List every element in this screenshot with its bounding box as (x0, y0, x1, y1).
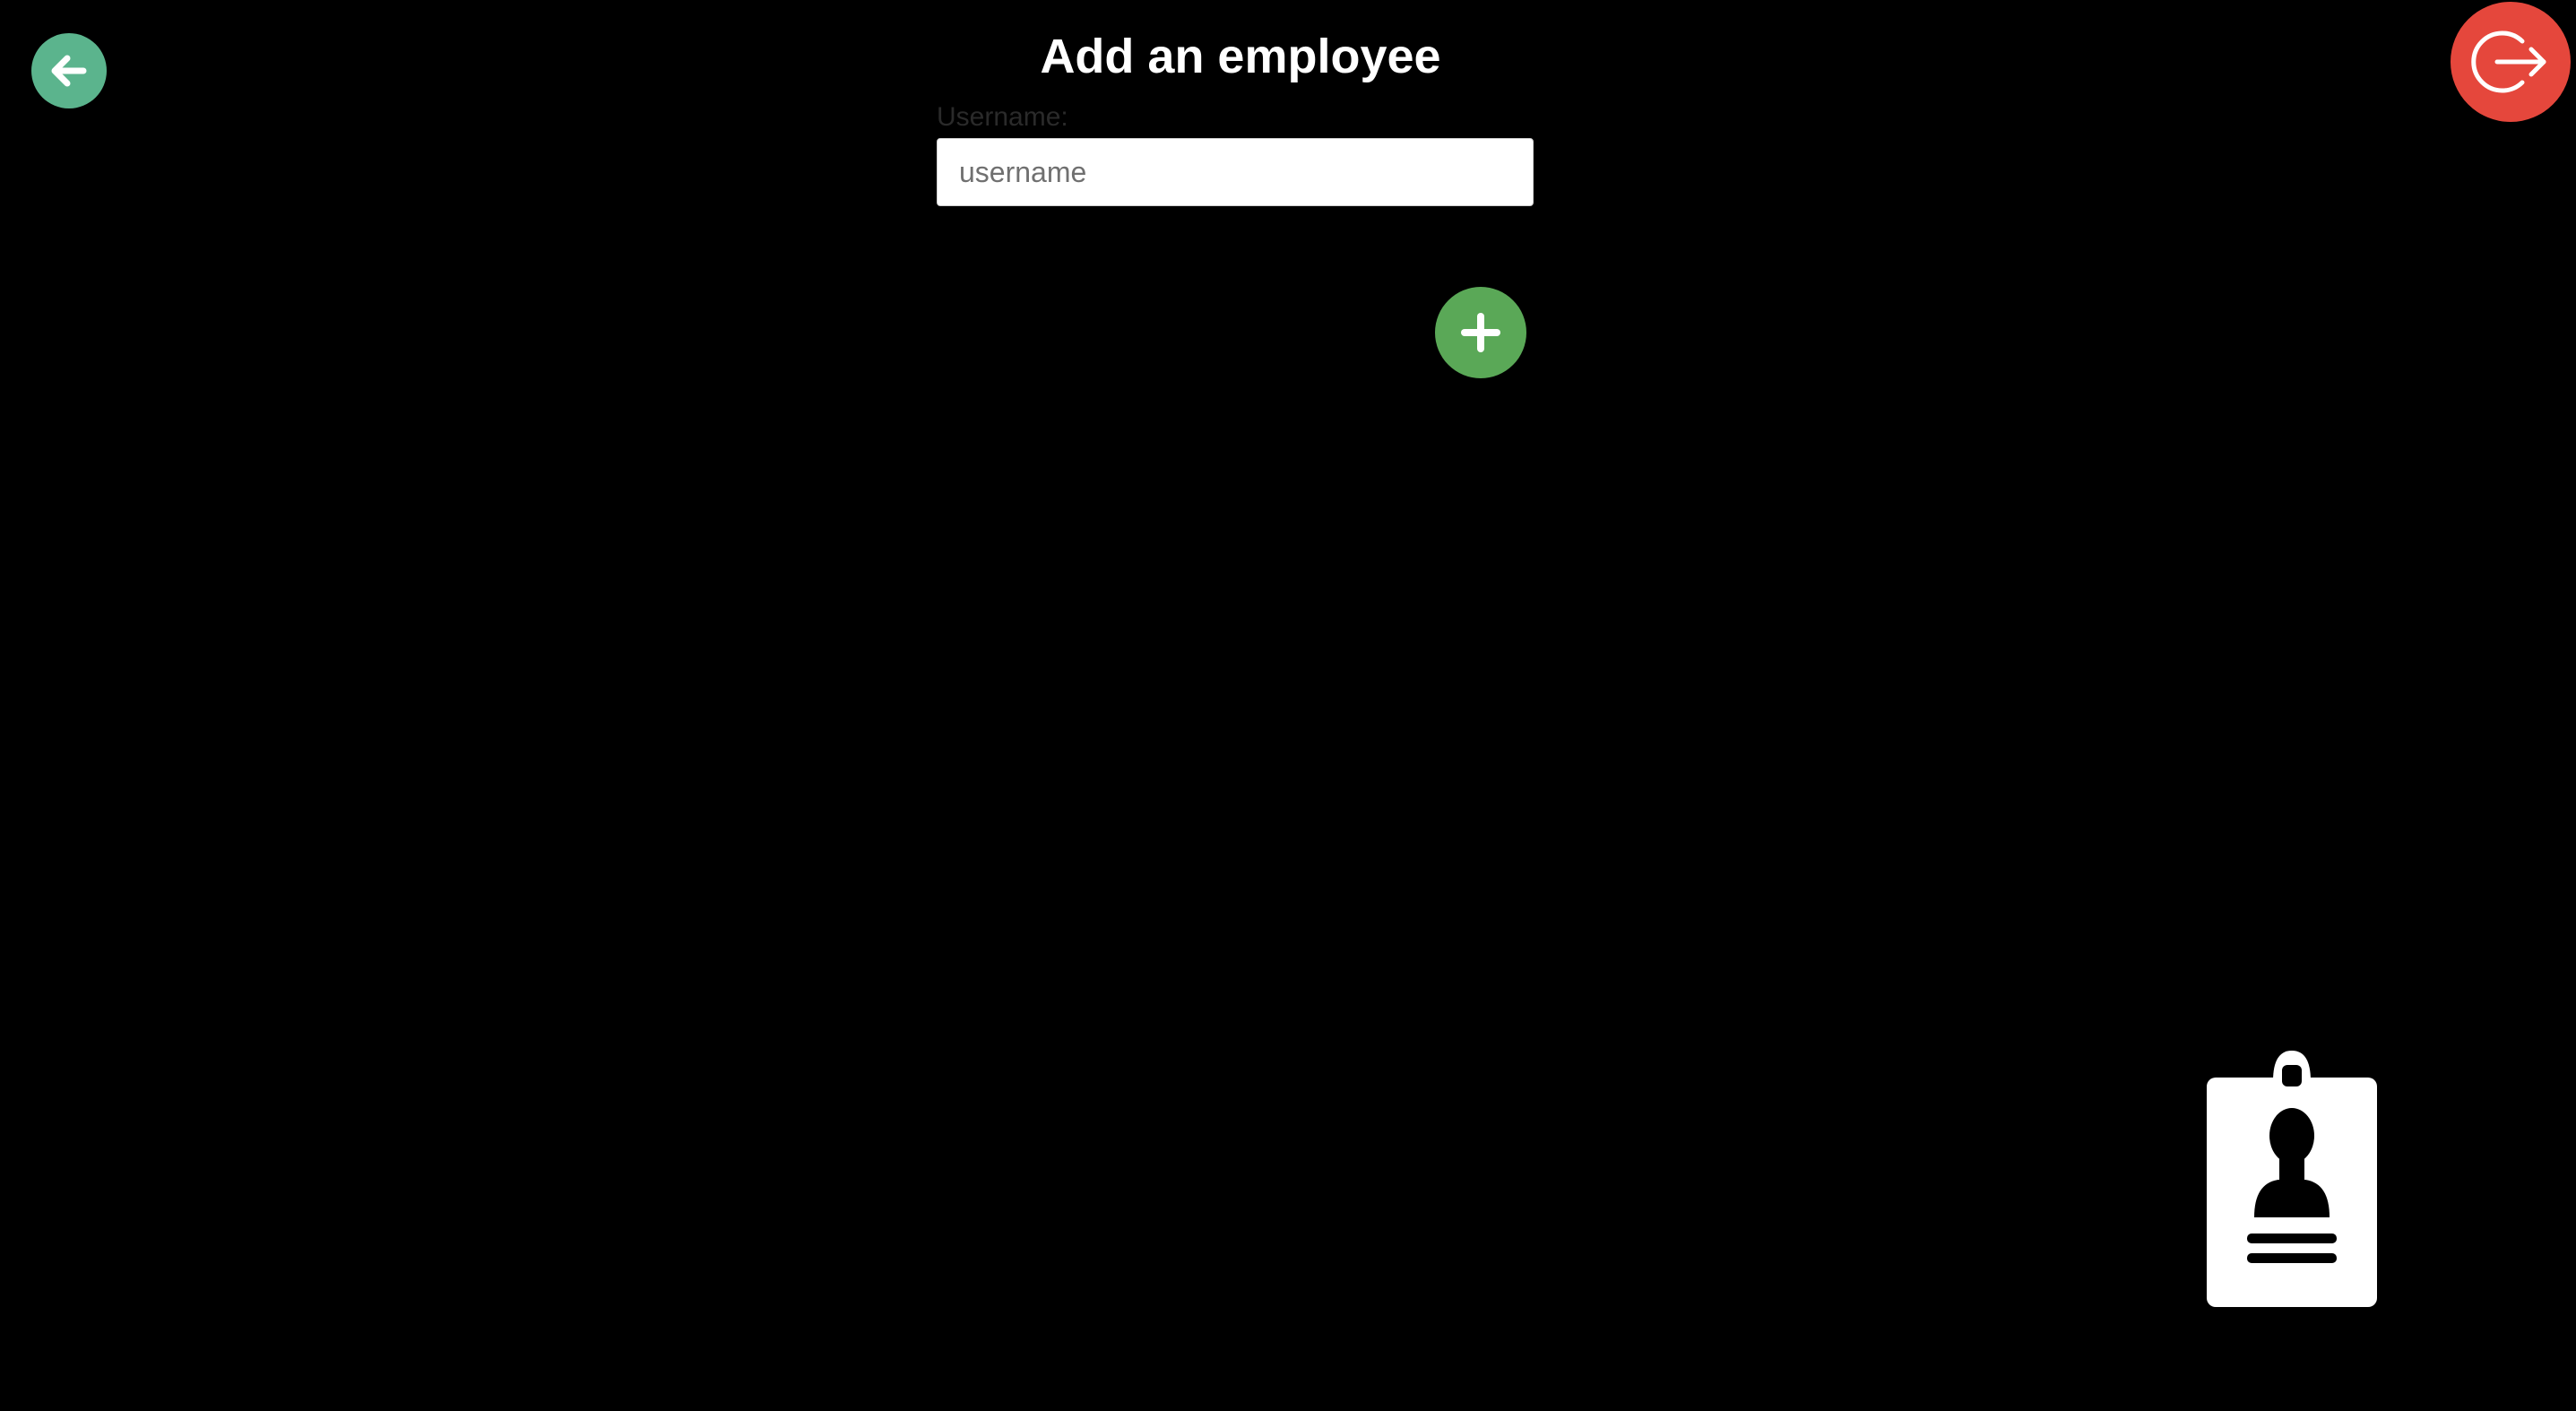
logout-button[interactable] (2451, 2, 2571, 122)
employee-badge-icon (2207, 1051, 2377, 1307)
logout-icon (2471, 30, 2546, 93)
username-input[interactable] (937, 138, 1534, 206)
username-label: Username: (937, 102, 1068, 132)
plus-icon (1461, 313, 1500, 352)
add-employee-button[interactable] (1435, 287, 1526, 378)
add-employee-page: Add an employee Username: (0, 0, 2576, 1411)
page-title: Add an employee (1040, 30, 1441, 83)
